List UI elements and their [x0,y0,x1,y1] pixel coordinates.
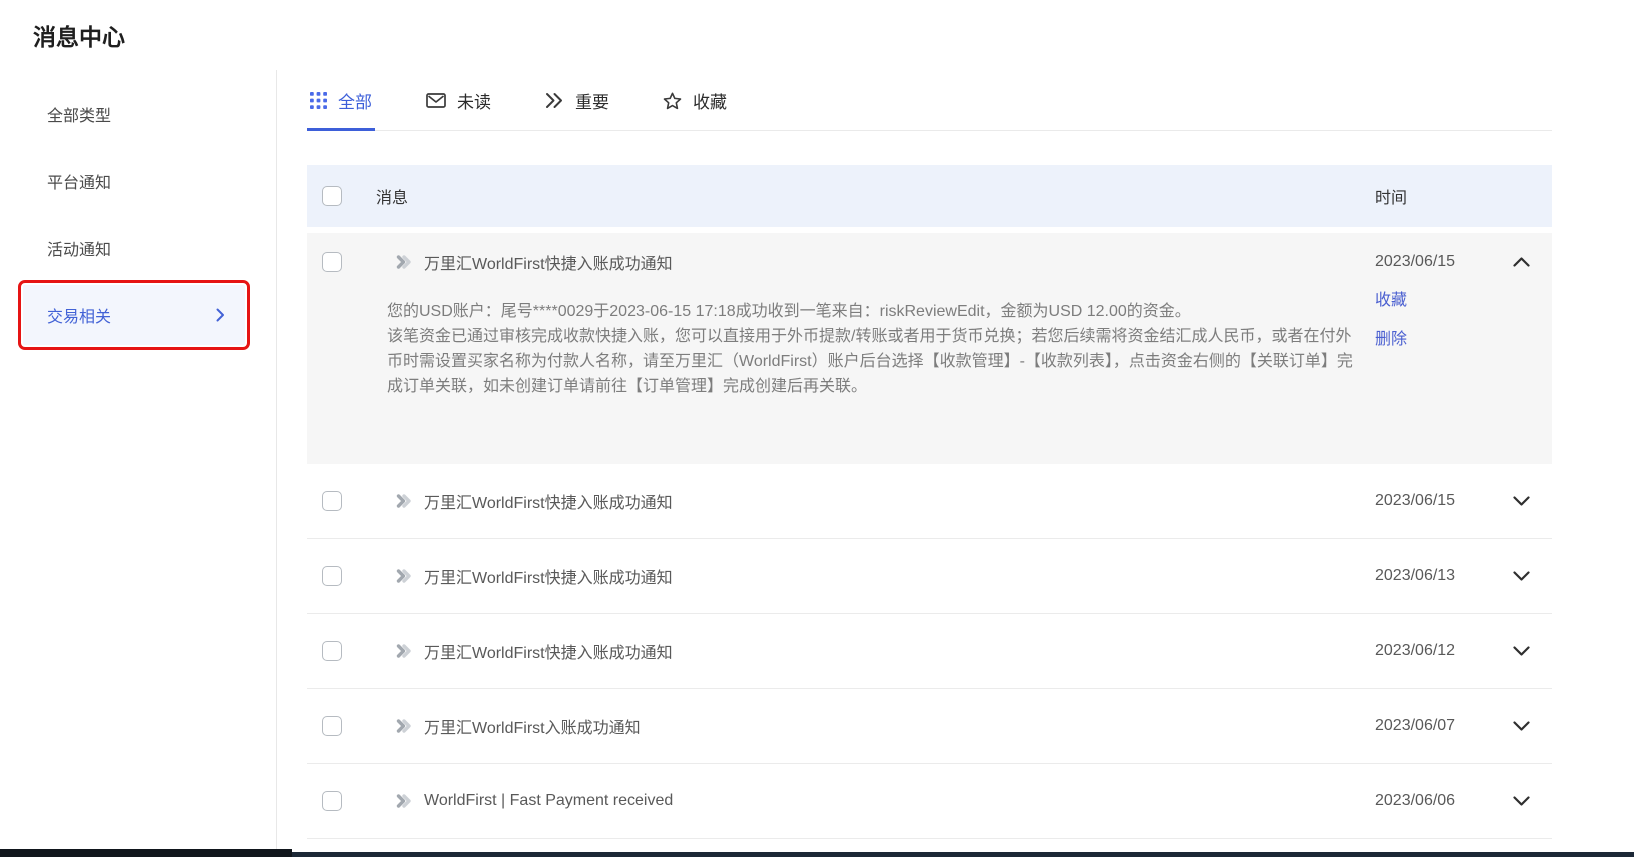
tab-label: 未读 [457,88,491,113]
message-row: 万里汇WorldFirst快捷入账成功通知 2023/06/13 [307,539,1552,614]
page-title: 消息中心 [0,0,1634,70]
row-checkbox[interactable] [322,566,342,586]
message-row: 万里汇WorldFirst入账成功通知 2023/06/07 [307,689,1552,764]
tab-bar: 全部 未读 重要 [307,78,1552,131]
expand-chevron-down-icon[interactable] [1513,646,1530,656]
sidebar-item-all-types[interactable]: 全部类型 [23,84,245,144]
message-body: 您的USD账户：尾号****0029于2023-06-15 17:18成功收到一… [387,299,1355,399]
sidebar: 全部类型 平台通知 活动通知 交易相关 [0,70,277,855]
message-chevrons-icon [394,492,413,510]
row-checkbox[interactable] [322,641,342,661]
message-chevrons-icon [394,567,413,585]
expand-chevron-down-icon[interactable] [1513,496,1530,506]
column-header-message: 消息 [376,184,408,208]
sidebar-item-label: 活动通知 [47,236,111,260]
favorite-link[interactable]: 收藏 [1375,286,1407,310]
collapse-chevron-up-icon[interactable] [1513,257,1530,267]
message-title[interactable]: 万里汇WorldFirst快捷入账成功通知 [424,639,673,663]
chevron-right-icon [216,308,225,322]
message-row-expanded: 万里汇WorldFirst快捷入账成功通知 您的USD账户：尾号****0029… [307,233,1552,464]
tab-all[interactable]: 全部 [307,78,375,130]
message-title[interactable]: WorldFirst | Fast Payment received [424,792,673,810]
row-checkbox[interactable] [322,491,342,511]
sidebar-item-label: 交易相关 [47,303,111,327]
message-title[interactable]: 万里汇WorldFirst快捷入账成功通知 [424,250,673,274]
message-date: 2023/06/06 [1375,792,1475,810]
tab-label: 收藏 [693,88,727,113]
tab-label: 全部 [338,88,372,113]
message-chevrons-icon [394,717,413,735]
message-title[interactable]: 万里汇WorldFirst入账成功通知 [424,714,641,738]
row-checkbox[interactable] [322,252,342,272]
bottom-edge-bar-left [0,849,292,857]
double-chevron-icon [545,92,564,109]
expand-chevron-down-icon[interactable] [1513,796,1530,806]
column-header-time: 时间 [1375,190,1407,207]
message-chevrons-icon [394,642,413,660]
sidebar-item-activity-notice[interactable]: 活动通知 [23,218,245,278]
sidebar-item-label: 平台通知 [47,169,111,193]
sidebar-item-transaction-related[interactable]: 交易相关 [23,285,245,345]
tab-unread[interactable]: 未读 [423,78,494,130]
message-date: 2023/06/13 [1375,567,1475,585]
message-row: 万里汇WorldFirst快捷入账成功通知 2023/06/12 [307,614,1552,689]
star-icon [663,92,682,110]
main-content: 全部 未读 重要 [277,70,1634,855]
layout: 全部类型 平台通知 活动通知 交易相关 [0,70,1634,855]
expand-chevron-down-icon[interactable] [1513,571,1530,581]
message-body-detail: 该笔资金已通过审核完成收款快捷入账，您可以直接用于外币提款/转账或者用于货币兑换… [387,324,1355,399]
tab-label: 重要 [575,88,609,113]
row-checkbox[interactable] [322,716,342,736]
message-date: 2023/06/15 [1375,253,1475,271]
sidebar-item-platform-notice[interactable]: 平台通知 [23,151,245,211]
grid-icon [310,92,327,109]
message-chevrons-icon [394,792,413,810]
delete-link[interactable]: 删除 [1375,325,1407,349]
mail-icon [426,92,446,109]
message-date: 2023/06/12 [1375,642,1475,660]
message-date: 2023/06/07 [1375,717,1475,735]
message-title[interactable]: 万里汇WorldFirst快捷入账成功通知 [424,564,673,588]
tab-important[interactable]: 重要 [542,78,612,130]
sidebar-item-label: 全部类型 [47,102,111,126]
table-header: 消息 时间 [307,165,1552,227]
message-title[interactable]: 万里汇WorldFirst快捷入账成功通知 [424,489,673,513]
select-all-checkbox[interactable] [322,186,342,206]
message-date: 2023/06/15 [1375,492,1475,510]
message-body-intro: 您的USD账户：尾号****0029于2023-06-15 17:18成功收到一… [387,299,1355,324]
expand-chevron-down-icon[interactable] [1513,721,1530,731]
tab-favorites[interactable]: 收藏 [660,78,730,130]
message-chevrons-icon [394,253,413,271]
message-row: WorldFirst | Fast Payment received 2023/… [307,764,1552,839]
row-checkbox[interactable] [322,791,342,811]
message-row: 万里汇WorldFirst快捷入账成功通知 2023/06/15 [307,464,1552,539]
